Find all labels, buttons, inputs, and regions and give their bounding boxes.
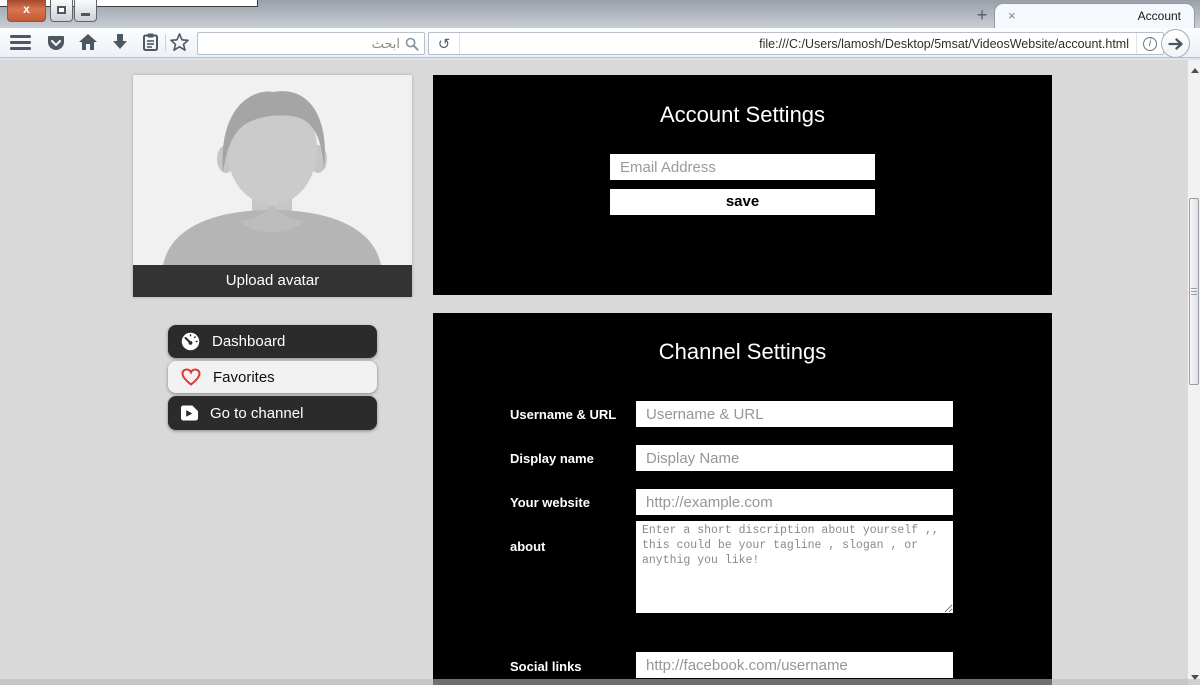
home-icon[interactable]	[79, 34, 97, 50]
thumb-grip-icon	[1191, 288, 1197, 297]
scroll-up-button[interactable]	[1188, 62, 1200, 78]
tab-close-icon[interactable]: ×	[1008, 8, 1016, 23]
account-settings-panel: Account Settings save	[433, 75, 1052, 295]
avatar-card: Upload avatar	[133, 75, 412, 297]
sidebar-button-favorites[interactable]: Favorites	[168, 361, 377, 393]
page-info-button[interactable]: i	[1136, 33, 1163, 54]
heart-icon	[181, 368, 201, 386]
about-label: about	[510, 539, 545, 554]
new-tab-button[interactable]: +	[972, 6, 992, 25]
avatar-placeholder-image	[133, 75, 412, 265]
arrow-right-icon	[1168, 38, 1183, 50]
website-label: Your website	[510, 495, 590, 510]
window-minimize-button[interactable]	[74, 0, 97, 22]
sidebar-button-label: Dashboard	[212, 333, 285, 350]
bookmark-star-icon[interactable]	[170, 33, 189, 51]
sidebar-button-label: Favorites	[213, 369, 275, 386]
clipboard-icon[interactable]	[143, 33, 158, 51]
vertical-scrollbar[interactable]	[1187, 60, 1200, 685]
info-icon: i	[1143, 37, 1157, 51]
social-links-input[interactable]	[636, 652, 953, 678]
pocket-icon[interactable]	[47, 34, 65, 52]
search-input[interactable]	[198, 33, 424, 54]
arrow-up-icon	[1191, 68, 1199, 73]
sidebar-button-dashboard[interactable]: Dashboard	[168, 325, 377, 358]
back-button[interactable]	[1161, 29, 1190, 58]
email-address-input[interactable]	[610, 154, 875, 180]
url-input[interactable]	[460, 33, 1136, 54]
person-silhouette-icon	[133, 75, 412, 265]
window-maximize-button[interactable]	[50, 0, 73, 22]
url-bar[interactable]: ↺ i	[428, 32, 1164, 55]
about-textarea[interactable]: Enter a short discription about yourself…	[636, 521, 953, 613]
username-url-input[interactable]	[636, 401, 953, 427]
username-url-label: Username & URL	[510, 407, 616, 422]
save-button[interactable]: save	[610, 189, 875, 215]
video-file-icon	[181, 405, 198, 421]
screen-bottom-edge	[0, 679, 1200, 685]
menu-hamburger-icon[interactable]	[10, 35, 31, 50]
minimize-icon	[81, 13, 90, 16]
search-icon[interactable]	[405, 37, 419, 51]
reload-icon[interactable]: ↺	[429, 33, 460, 54]
upload-avatar-button[interactable]: Upload avatar	[133, 265, 412, 297]
search-box[interactable]	[197, 32, 425, 55]
channel-settings-panel: Channel Settings Username & URL Display …	[433, 313, 1052, 685]
display-name-input[interactable]	[636, 445, 953, 471]
tab-title: Account	[1138, 9, 1181, 23]
account-settings-title: Account Settings	[433, 75, 1052, 128]
maximize-icon	[57, 6, 66, 14]
gauge-icon	[181, 332, 200, 351]
social-links-label: Social links	[510, 659, 582, 674]
toolbar-bottom-highlight	[0, 58, 1200, 60]
sidebar-button-label: Go to channel	[210, 405, 303, 422]
download-icon[interactable]	[112, 34, 128, 50]
website-input[interactable]	[636, 489, 953, 515]
toolbar-separator	[165, 34, 166, 51]
window-close-button[interactable]: x	[7, 0, 46, 22]
scrollbar-thumb[interactable]	[1189, 198, 1199, 385]
channel-settings-title: Channel Settings	[433, 313, 1052, 365]
tab-account[interactable]: × Account	[994, 3, 1195, 28]
sidebar-button-go-to-channel[interactable]: Go to channel	[168, 396, 377, 430]
display-name-label: Display name	[510, 451, 594, 466]
